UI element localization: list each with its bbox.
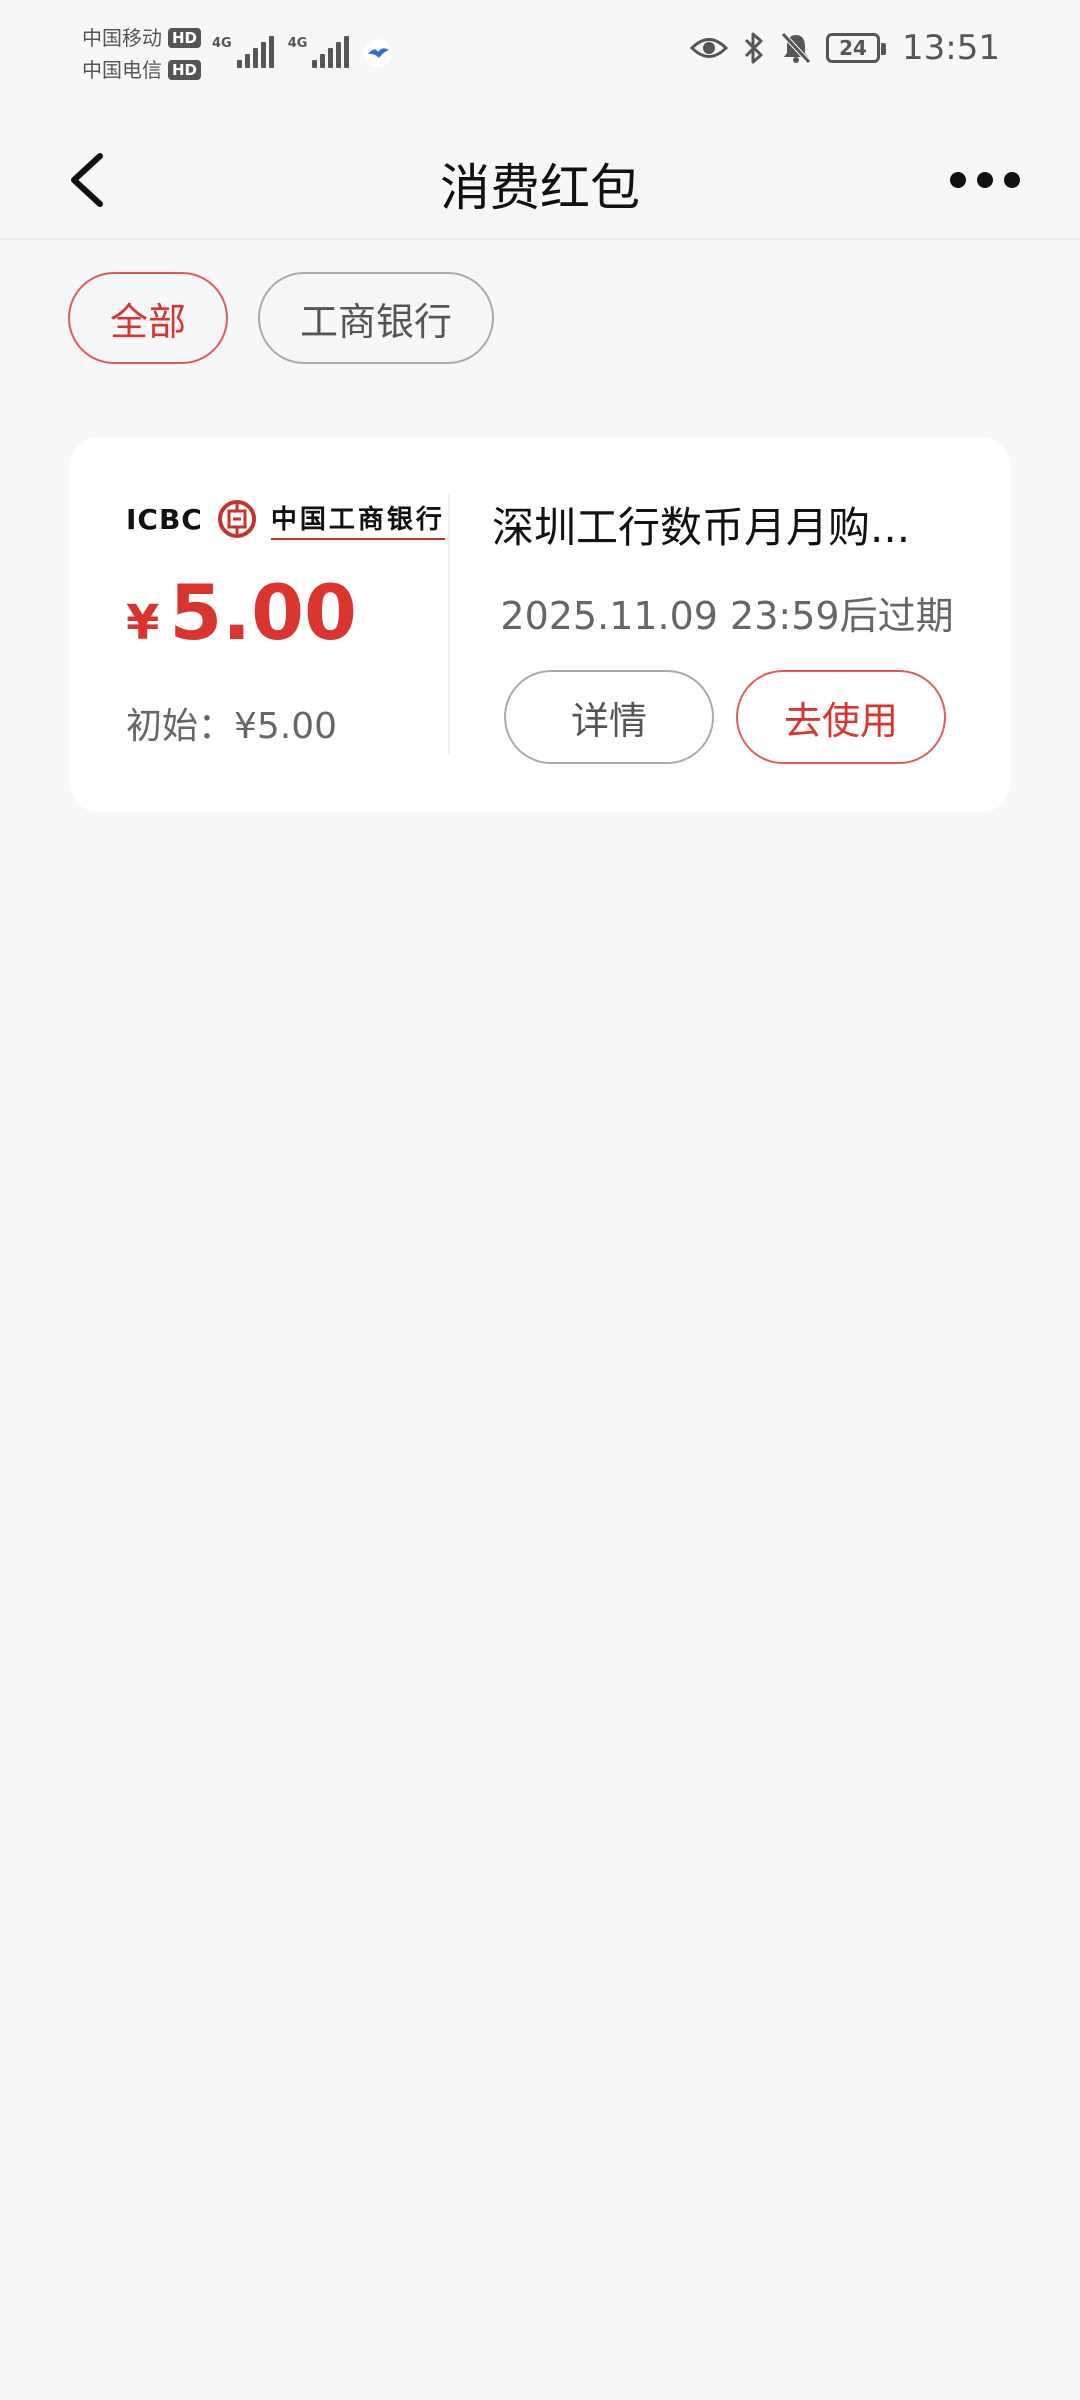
more-dot — [1004, 172, 1020, 188]
more-dot — [977, 172, 993, 188]
details-button[interactable]: 详情 — [504, 670, 714, 764]
network-type-1: 4G — [212, 36, 232, 51]
bank-logo-chinese: 中国工商银行 — [270, 499, 445, 540]
bank-logo: ICBC 中国工商银行 — [126, 494, 456, 544]
app-notification-icon — [364, 39, 393, 67]
status-bar: 中国移动 HD 中国电信 HD 4G 4G 24 13:51 — [0, 0, 1080, 110]
amount-value: 5.00 — [169, 568, 357, 657]
signal-indicators: 4G 4G — [212, 36, 393, 68]
page-title: 消费红包 — [440, 159, 640, 217]
carrier-2-label: 中国电信 — [82, 58, 162, 82]
filter-chip-all[interactable]: 全部 — [68, 272, 228, 364]
voucher-info-section: 深圳工行数币月月购... 2025.11.09 23:59后过期 详情 去使用 — [492, 494, 992, 764]
icbc-seal-icon — [217, 500, 256, 538]
network-type-2: 4G — [287, 36, 308, 51]
voucher-amount-section: ICBC 中国工商银行 ¥ 5.00 初始：¥5.00 — [126, 494, 456, 749]
battery-level: 24 — [839, 36, 867, 60]
more-options-button[interactable] — [950, 160, 1020, 200]
signal-strength-icon-1: 4G — [212, 36, 274, 68]
use-button[interactable]: 去使用 — [736, 670, 946, 764]
battery-icon: 24 — [826, 33, 887, 63]
signal-strength-icon-2: 4G — [288, 36, 350, 68]
card-divider — [448, 494, 450, 754]
expiry-date: 2025.11.09 23:59后过期 — [500, 594, 954, 638]
voucher-amount: ¥ 5.00 — [126, 568, 456, 657]
filter-chips: 全部 工商银行 — [68, 272, 494, 364]
initial-amount: 初始：¥5.00 — [126, 706, 338, 747]
bluetooth-icon — [744, 32, 763, 64]
voucher-card: ICBC 中国工商银行 ¥ 5.00 初始：¥5.00 深圳工行数币月月购...… — [70, 438, 1010, 812]
bell-muted-icon — [781, 32, 811, 64]
carrier-info: 中国移动 HD 中国电信 HD — [82, 22, 202, 86]
hd-badge-2: HD — [168, 60, 202, 80]
voucher-actions: 详情 去使用 — [492, 670, 992, 764]
bank-logo-latin: ICBC — [126, 502, 203, 536]
eye-icon — [690, 38, 729, 58]
filter-chip-icbc[interactable]: 工商银行 — [258, 272, 494, 364]
currency-symbol: ¥ — [126, 595, 160, 651]
top-nav-bar: 消费红包 — [0, 120, 1080, 240]
hd-badge-1: HD — [168, 28, 202, 48]
voucher-name: 深圳工行数币月月购... — [492, 503, 911, 552]
clock: 13:51 — [902, 28, 1000, 68]
carrier-1-label: 中国移动 — [82, 26, 162, 50]
status-icons: 24 13:51 — [690, 28, 1000, 68]
more-dots-icon — [950, 172, 966, 188]
